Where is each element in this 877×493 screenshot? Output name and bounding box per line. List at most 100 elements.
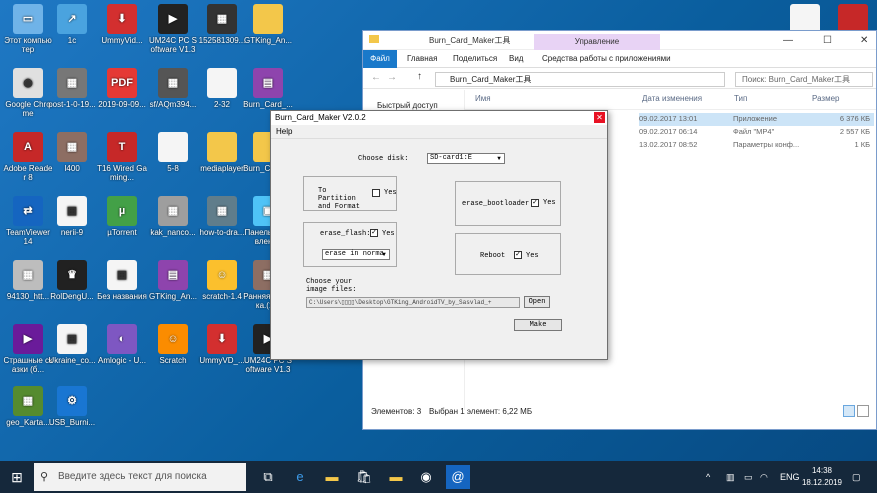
desktop-icon[interactable]: ▦ kak_nanco... [148, 196, 198, 237]
file-size: 1 КБ [854, 140, 870, 149]
desktop-icon[interactable]: ☺ Scratch [148, 324, 198, 365]
desktop-icon[interactable]: 2-32 [197, 68, 247, 109]
desktop-icon[interactable]: T T16 Wired Gaming... [97, 132, 147, 182]
task-view-icon[interactable]: ⧉ [256, 465, 280, 489]
image-files-label: Choose your image files: [306, 278, 357, 294]
image-path-field[interactable]: C:\Users\▯▯▯▯\Desktop\GTKing_AndroidTV_b… [306, 297, 520, 308]
desktop-icon[interactable]: ▦ 152581309... [197, 4, 247, 45]
clock[interactable]: 14:38 18.12.2019 [800, 465, 844, 489]
desktop-icon-label: sf/AQm394... [149, 100, 197, 109]
tab-home[interactable]: Главная [401, 50, 443, 68]
taskbar-search-placeholder: Введите здесь текст для поиска [58, 471, 207, 482]
erase-mode-select[interactable]: erase in norma ▼ [322, 249, 390, 260]
desktop-icon[interactable]: ☺ scratch-1.4 [197, 260, 247, 301]
address-bar[interactable]: Burn_Card_Maker工具 [435, 72, 725, 87]
desktop-icon[interactable]: ▶ UM24C PC Software V1.3 [148, 4, 198, 54]
desktop-icon-label: kak_nanco... [150, 228, 196, 237]
forward-icon[interactable]: → [387, 72, 397, 83]
file-row[interactable]: 09.02.2017 06:14 Файл "MP4" 2 557 КБ [639, 126, 874, 139]
desktop-icon[interactable]: ⬇ UmmyVid... [97, 4, 147, 45]
desktop-icon[interactable]: ▦ Без названия [97, 260, 147, 301]
back-icon[interactable]: ← [371, 72, 381, 83]
menu-help[interactable]: Help [276, 127, 292, 136]
desktop-icon-label: Этот компьютер [4, 36, 52, 54]
tab-view[interactable]: Вид [503, 50, 529, 68]
photo-icon: ▦ [207, 4, 237, 34]
column-name[interactable]: Имя [475, 94, 491, 103]
desktop-icon[interactable]: ▦ how-to-dra... [197, 196, 247, 237]
desktop-icon[interactable]: 5-8 [148, 132, 198, 173]
desktop-icon[interactable]: ▦ I400 [47, 132, 97, 173]
wifi-icon[interactable]: ◠ [760, 461, 768, 493]
desktop-icon-label: mediaplayer [200, 164, 244, 173]
network-icon[interactable]: ▥ [726, 461, 735, 493]
column-date[interactable]: Дата изменения [642, 94, 702, 103]
desktop-icon[interactable]: ↗ 1c [47, 4, 97, 45]
edge-icon[interactable]: e [288, 465, 312, 489]
desktop-icon[interactable]: ▦ 94130_htt... [3, 260, 53, 301]
up-icon[interactable]: ↑ [417, 71, 422, 82]
desktop-icon[interactable]: ▭ Этот компьютер [3, 4, 53, 54]
desktop-icon[interactable]: GTKing_An... [243, 4, 293, 45]
tray-chevron-icon[interactable]: ^ [706, 461, 710, 493]
desktop-icon[interactable]: ▦ Ukraine_co... [47, 324, 97, 365]
search-input[interactable]: Поиск: Burn_Card_Maker工具 [735, 72, 873, 87]
desktop-icon[interactable]: ▦ nerii-9 [47, 196, 97, 237]
file-explorer-running-icon[interactable]: ▬ [384, 465, 408, 489]
desktop-icon[interactable]: ♛ RolDengU... [47, 260, 97, 301]
partition-checkbox[interactable] [372, 189, 380, 197]
desktop-icon[interactable]: ◐ Amlogic - U... [97, 324, 147, 365]
close-icon[interactable]: ✕ [860, 35, 868, 46]
battery-icon[interactable]: ▭ [744, 461, 753, 493]
reboot-checkbox[interactable]: ✓ [514, 251, 522, 259]
close-icon[interactable]: ✕ [594, 112, 605, 123]
desktop-icon-label: RolDengU... [50, 292, 94, 301]
desktop-icon[interactable]: ▤ Burn_Card_... [243, 68, 293, 109]
store-icon[interactable]: 🛍 [352, 465, 376, 489]
computer-icon: ▭ [13, 4, 43, 34]
chrome-icon[interactable]: ◉ [414, 465, 438, 489]
tab-file[interactable]: Файл [363, 50, 397, 68]
scratch-icon: ☺ [207, 260, 237, 290]
desktop-icon-label: T16 Wired Gaming... [97, 164, 147, 182]
column-type[interactable]: Тип [734, 94, 747, 103]
file-row[interactable]: 13.02.2017 08:52 Параметры конф... 1 КБ [639, 139, 874, 152]
open-button[interactable]: Open [524, 296, 550, 308]
desktop-icon[interactable]: ⚙ USB_Burni... [47, 386, 97, 427]
file-row[interactable]: 09.02.2017 13:01 Приложение 6 376 КБ [639, 113, 874, 126]
make-button[interactable]: Make [514, 319, 562, 331]
desktop-icon[interactable]: ⬇ UmmyVD_... [197, 324, 247, 365]
details-view-icon[interactable] [843, 405, 855, 417]
desktop-icon[interactable]: mediaplayer [197, 132, 247, 173]
taskbar: ⊞ ⚲ Введите здесь текст для поиска ⧉ e ▬… [0, 461, 877, 493]
burn-card-maker-taskbar-icon[interactable]: @ [446, 465, 470, 489]
desktop-icon[interactable]: ⇄ TeamViewer 14 [3, 196, 53, 246]
gaming-icon: T [107, 132, 137, 162]
windows-start-icon[interactable]: ⊞ [0, 461, 34, 493]
column-size[interactable]: Размер [812, 94, 840, 103]
disk-select[interactable]: SD-card1:E ▼ [427, 153, 505, 164]
language-indicator[interactable]: ENG [780, 461, 800, 493]
ribbon-context-tab[interactable]: Управление [534, 34, 660, 50]
desktop-icon[interactable]: µ µTorrent [97, 196, 147, 237]
desktop-icon[interactable]: ▦ post-1-0-19... [47, 68, 97, 109]
usb-icon: ⚙ [57, 386, 87, 416]
desktop-icon[interactable]: ◉ Google Chrome [3, 68, 53, 118]
desktop-icon[interactable]: ▦ sf/AQm394... [148, 68, 198, 109]
minimize-icon[interactable]: — [783, 35, 793, 46]
erase-flash-checkbox[interactable]: ✓ [370, 229, 378, 237]
desktop-icon[interactable]: ▦ geo_Karta... [3, 386, 53, 427]
taskbar-search[interactable]: ⚲ Введите здесь текст для поиска [34, 463, 246, 491]
desktop-icon[interactable]: ▤ GTKing_An... [148, 260, 198, 301]
tiles-view-icon[interactable] [857, 405, 869, 417]
desktop-icon[interactable]: ▶ Страшные сказки (б... [3, 324, 53, 374]
tab-app-tools[interactable]: Средства работы с приложениями [536, 50, 677, 68]
nav-quick-access[interactable]: Быстрый доступ [377, 101, 438, 110]
file-explorer-icon[interactable]: ▬ [320, 465, 344, 489]
desktop-icon[interactable]: PDF 2019-09-09... [97, 68, 147, 109]
maximize-icon[interactable]: ☐ [823, 35, 832, 46]
desktop-icon[interactable]: A Adobe Reader 8 [3, 132, 53, 182]
tab-share[interactable]: Поделиться [447, 50, 503, 68]
bootloader-checkbox[interactable]: ✓ [531, 199, 539, 207]
notifications-icon[interactable]: ▢ [852, 461, 861, 493]
